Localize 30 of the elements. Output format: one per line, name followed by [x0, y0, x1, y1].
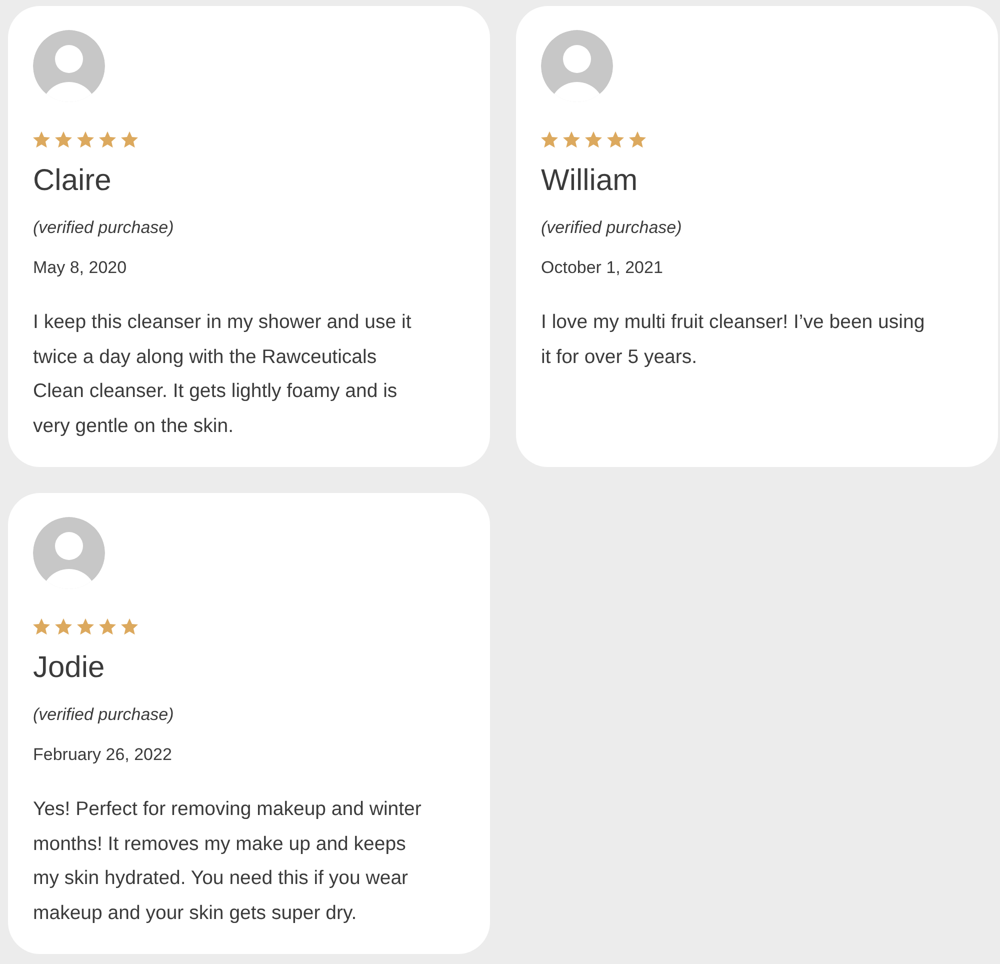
avatar-icon [33, 30, 105, 102]
star-icon [99, 618, 116, 635]
review-text: Yes! Perfect for removing makeup and winter months! It removes my make up and keeps my skin hydrated. You need this if you wear makeup and your skin gets super dry. [33, 797, 422, 926]
star-icon [607, 131, 624, 148]
verified-label: (verified purchase) [33, 217, 174, 239]
star-icon [629, 131, 646, 148]
star-icon [33, 131, 50, 148]
star-icon [55, 618, 72, 635]
star-icon [563, 131, 580, 148]
review-date: February 26, 2022 [33, 744, 172, 766]
review-text: I love my multi fruit cleanser! I’ve been using it for over 5 years. [541, 310, 926, 370]
star-icon [33, 618, 50, 635]
reviewer-name: Claire [33, 163, 112, 199]
star-icon [77, 618, 94, 635]
star-icon [121, 131, 138, 148]
star-icon [121, 618, 138, 635]
verified-label: (verified purchase) [33, 704, 174, 726]
star-icon [77, 131, 94, 148]
star-icon [55, 131, 72, 148]
reviewer-name: William [541, 163, 638, 199]
review-date: October 1, 2021 [541, 257, 663, 279]
reviewer-name: Jodie [33, 650, 105, 686]
star-icon [541, 131, 558, 148]
review-date: May 8, 2020 [33, 257, 127, 279]
avatar-icon [33, 517, 105, 589]
avatar-icon [541, 30, 613, 102]
star-icon [585, 131, 602, 148]
star-icon [99, 131, 116, 148]
verified-label: (verified purchase) [541, 217, 682, 239]
review-text: I keep this cleanser in my shower and use it twice a day along with the Rawceuticals Clean cleanser. It gets lightly foamy and is very gentle on the skin. [33, 310, 412, 438]
